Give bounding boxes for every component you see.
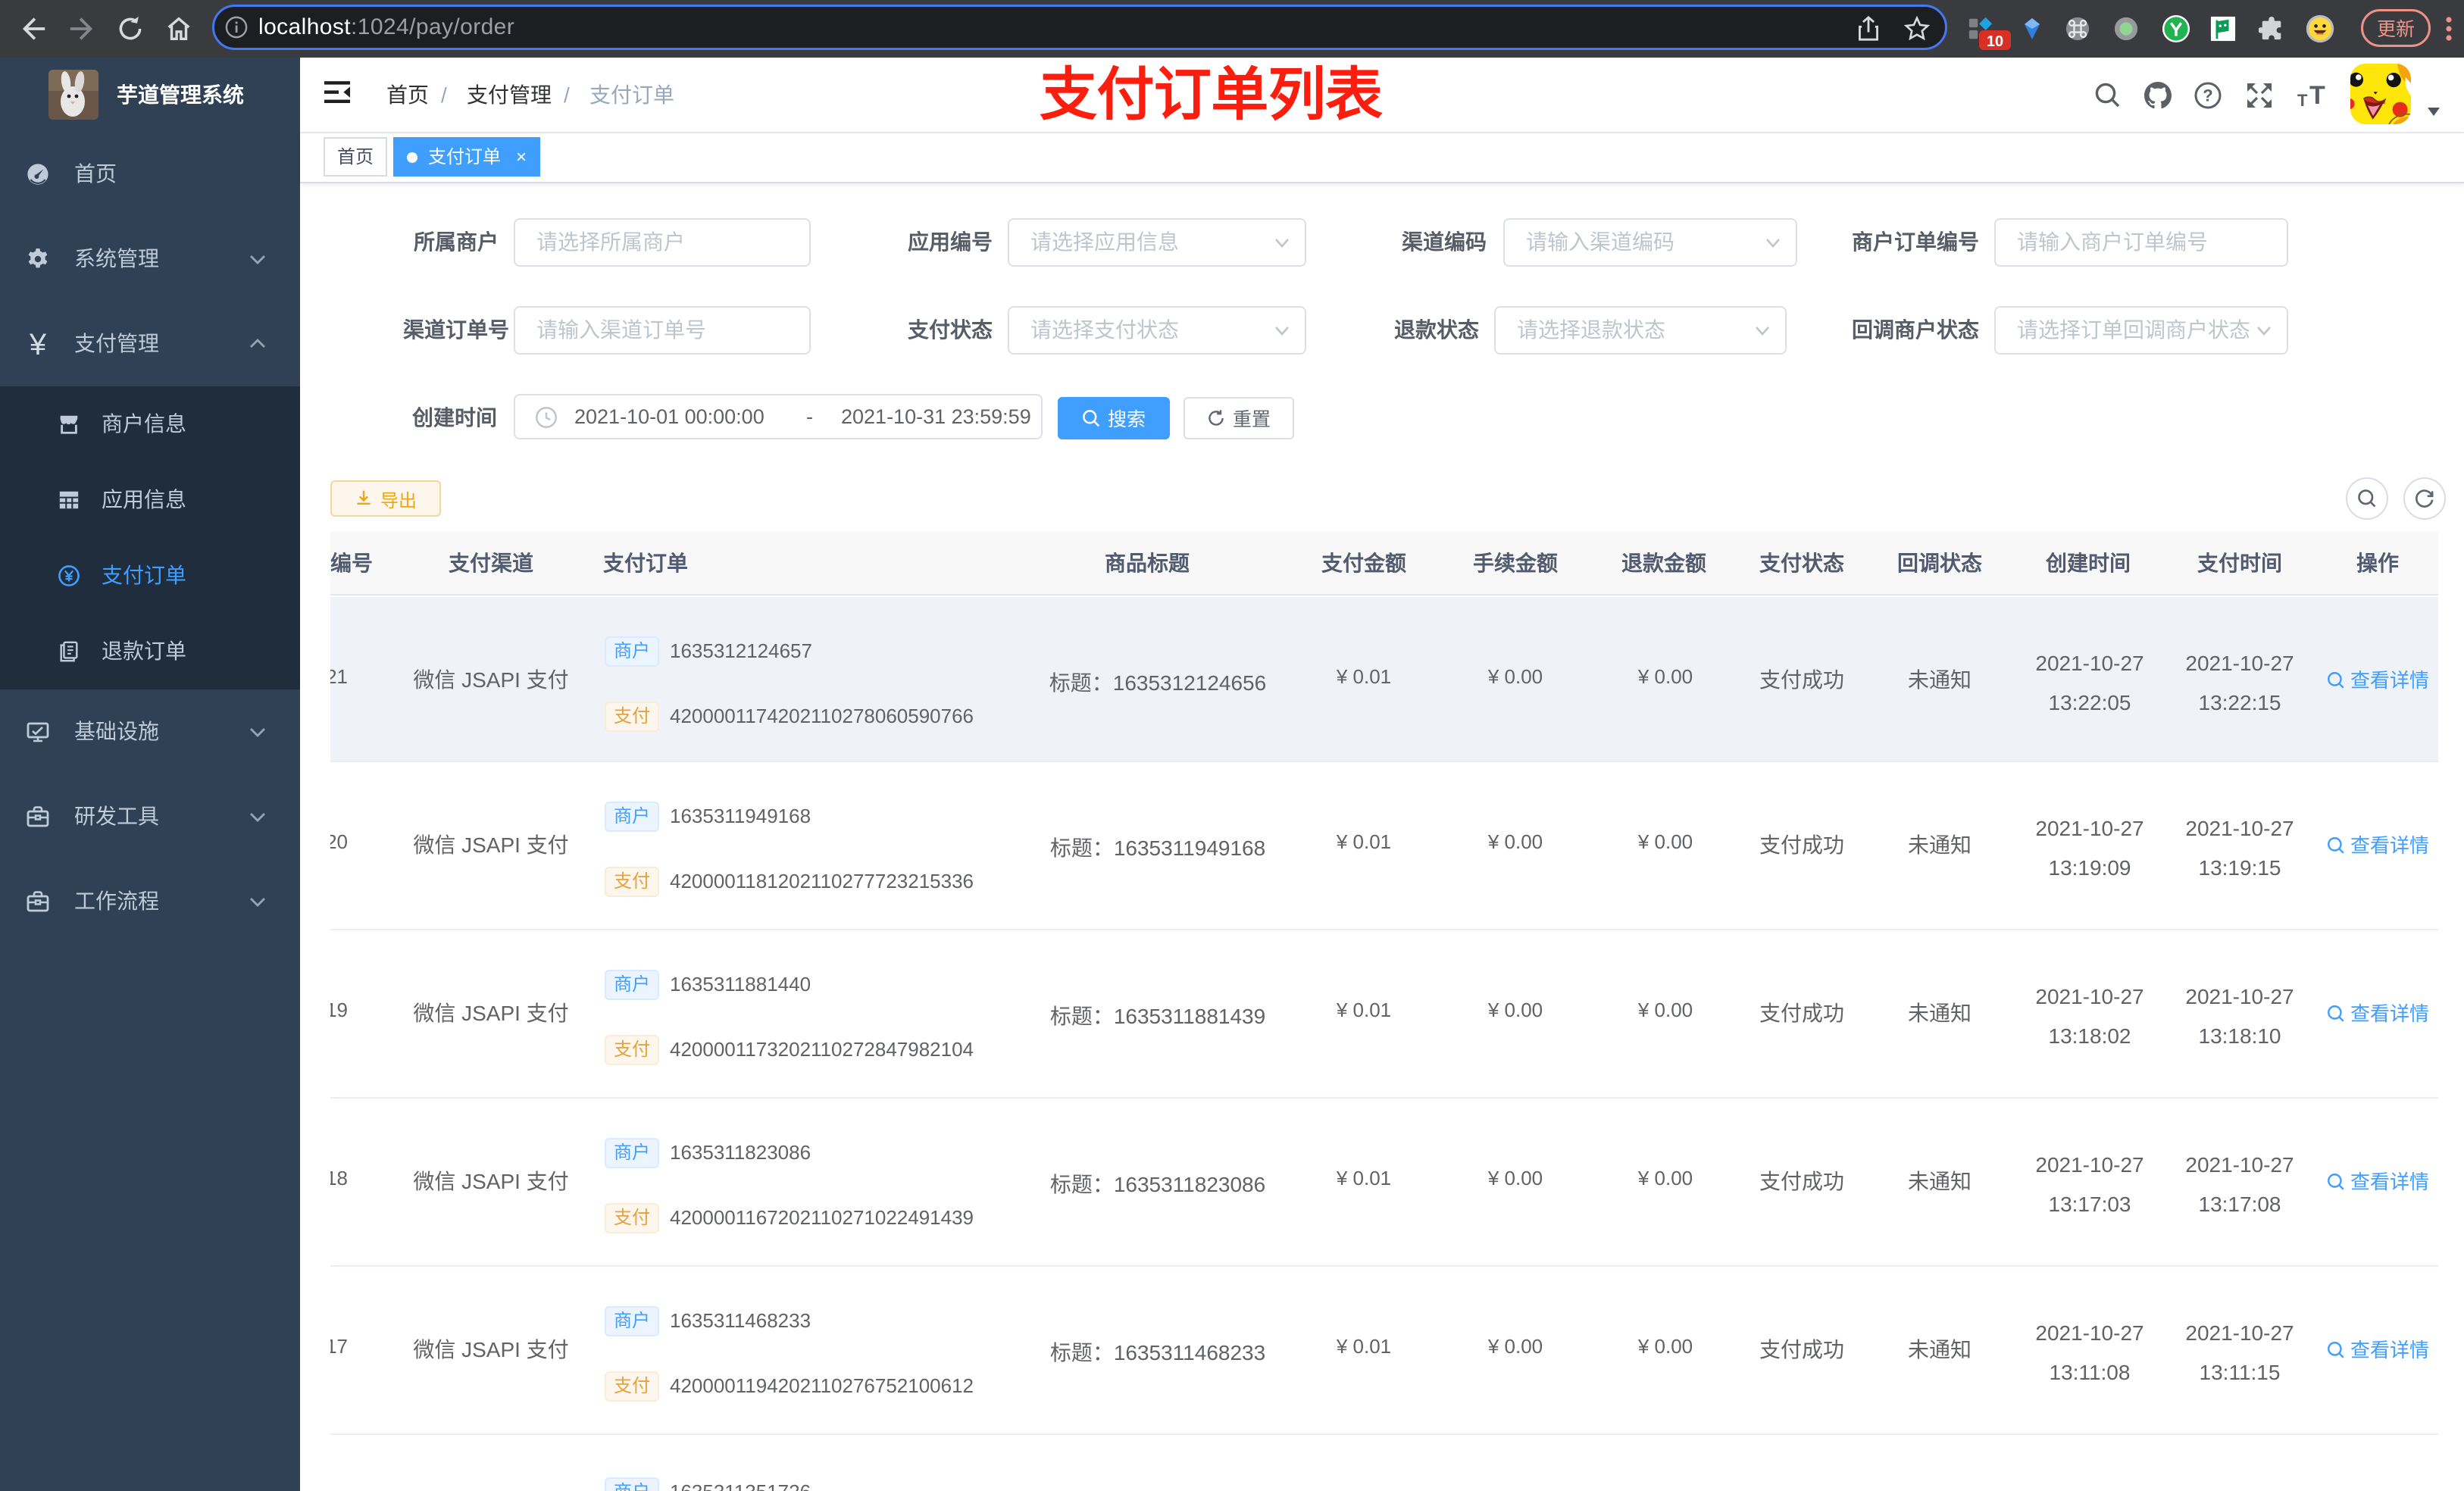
- svg-text:?: ?: [2203, 86, 2212, 105]
